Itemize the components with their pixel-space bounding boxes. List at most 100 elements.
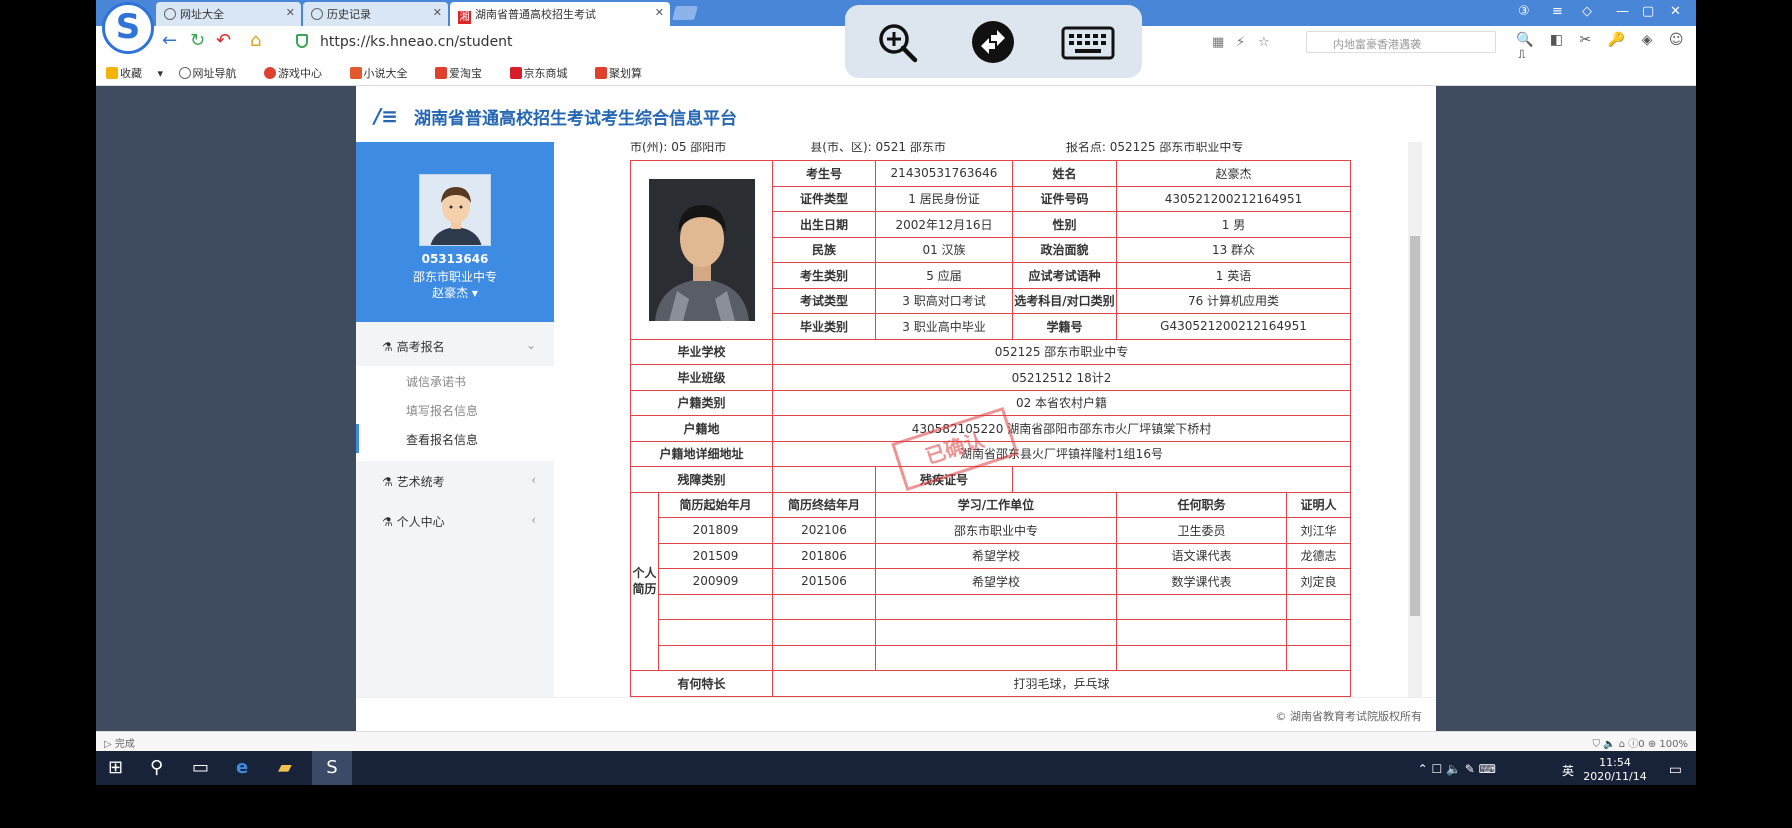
bookmark-favorites[interactable]: 收藏 ▾ (106, 67, 163, 80)
notification-icon[interactable]: ▭ (1669, 762, 1682, 778)
profile-name-dropdown[interactable]: 赵豪杰 ▾ (356, 284, 554, 301)
value-xb: 1 男 (1115, 211, 1352, 238)
label-xjh: 学籍号 (1012, 313, 1117, 340)
side-menu: ⚗ 高考报名 ⌄ 诚信承诺书 填写报名信息 查看报名信息 ⚗ 艺术统考 ‹ ⚗ 个人… (356, 322, 554, 541)
close-icon[interactable]: ✕ (655, 6, 664, 19)
undo-icon[interactable]: ↶ (216, 32, 231, 50)
disconnect-icon[interactable] (971, 20, 1015, 64)
value-zjlx: 1 居民身份证 (875, 185, 1013, 212)
menu-art[interactable]: ⚗ 艺术统考 ‹ (356, 461, 554, 501)
tray-icons[interactable]: ⌃ ☐ 🔈 ✎ ⌨ (1418, 762, 1496, 776)
site-header: /≡ 湖南省普通高校招生考试考生综合信息平台 (356, 86, 1436, 142)
status-play-icon[interactable]: ▷ (104, 739, 115, 750)
value-xkkm: 76 计算机应用类 (1115, 287, 1352, 314)
flask-icon: ⚗ (382, 340, 397, 354)
qr-icon[interactable]: ▦ (1212, 34, 1224, 52)
menu-sub-view-info[interactable]: 查看报名信息 (356, 424, 554, 453)
refresh-icon[interactable]: ↻ (190, 32, 205, 50)
tab-label: 湖南省普通高校招生考试 (475, 8, 596, 21)
book-icon (349, 67, 362, 79)
value-hjxx: 湖南省邵东县火厂坪镇祥隆村1组16号 (771, 440, 1352, 467)
ie-icon[interactable]: e (236, 757, 248, 778)
minimize-icon[interactable]: — (1616, 4, 1629, 19)
zoom-level[interactable]: 100% (1659, 739, 1688, 750)
jd-icon (509, 67, 522, 79)
url-field[interactable]: https://ks.hneao.cn/student (320, 34, 513, 50)
task-view-icon[interactable]: ▭ (192, 757, 209, 778)
star-icon[interactable]: ☆ (1258, 34, 1270, 52)
close-icon[interactable]: ✕ (433, 6, 442, 19)
browser-status-bar: ▷ 完成 ⛉ 🔈 ⌂ ⓘ0 ⊕ 100% (96, 731, 1696, 751)
label-cjlb: 残障类别 (630, 466, 773, 493)
search-icon[interactable]: ⚲ (150, 757, 163, 778)
label-hjlb: 户籍类别 (630, 389, 773, 416)
skin-icon[interactable]: ◇ (1582, 4, 1592, 19)
resume-cell (772, 619, 876, 646)
label-xingming: 姓名 (1012, 160, 1117, 187)
label-bylb: 毕业类别 (772, 313, 876, 340)
resume-header: 简历起始年月 (658, 491, 773, 518)
tab-nav[interactable]: 网址大全 ✕ (156, 2, 301, 26)
label-wy: 应试考试语种 (1012, 262, 1117, 289)
resume-cell: 201509 (658, 542, 773, 569)
resume-cell: 数学课代表 (1116, 568, 1287, 595)
resume-row-empty (631, 619, 1352, 646)
bookmark-label: 爱淘宝 (449, 67, 483, 80)
menu-label: 个人中心 (396, 515, 445, 529)
tab-exam[interactable]: 湘湖南省普通高校招生考试 ✕ (450, 2, 670, 26)
menu-gaokao[interactable]: ⚗ 高考报名 ⌄ (356, 322, 554, 366)
star-icon (106, 67, 118, 79)
bookmark-games[interactable]: 游戏中心 (264, 67, 334, 80)
menu-label: 高考报名 (396, 340, 445, 354)
tab-label: 网址大全 (180, 8, 224, 21)
close-window-icon[interactable]: ✕ (1670, 4, 1681, 19)
value-wy: 1 英语 (1115, 262, 1352, 289)
clock[interactable]: 11:54 2020/11/14 (1580, 756, 1650, 784)
avatar (419, 174, 491, 246)
label-hjd: 户籍地 (630, 415, 773, 442)
restore-icon[interactable]: ▢ (1642, 4, 1654, 19)
profile-id: 05313646 (421, 252, 489, 266)
bookmark-label: 网址导航 (192, 67, 237, 80)
menu-sub-fill-info[interactable]: 填写报名信息 (356, 395, 554, 424)
menu-personal[interactable]: ⚗ 个人中心 ‹ (356, 501, 554, 541)
back-icon[interactable]: ← (162, 32, 177, 50)
menu-spacer (356, 453, 554, 461)
bookmark-novels[interactable]: 小说大全 (349, 67, 420, 80)
close-icon[interactable]: ✕ (286, 6, 295, 19)
sogou-taskbar-icon[interactable]: S (312, 751, 352, 785)
resume-cell (772, 644, 876, 671)
home-icon[interactable]: ⌂ (250, 32, 261, 50)
ime-indicator[interactable]: 英 (1562, 762, 1574, 779)
value-zjhm: 430521200212164951 (1115, 185, 1352, 212)
flask-icon: ⚗ (382, 475, 397, 489)
bookmark-taobao[interactable]: 爱淘宝 (435, 67, 494, 80)
badge-icon[interactable]: ③ (1518, 4, 1530, 19)
zoom-in-icon[interactable] (875, 20, 919, 64)
bookmark-label: 游戏中心 (278, 67, 323, 80)
resume-cell (875, 619, 1117, 646)
scrollbar-thumb[interactable] (1410, 236, 1420, 616)
new-tab-button[interactable] (672, 6, 698, 20)
folder-icon[interactable]: ▰ (278, 757, 292, 778)
student-photo (648, 178, 755, 321)
value-zzmm: 13 群众 (1115, 236, 1352, 263)
menu-sub-pledge[interactable]: 诚信承诺书 (356, 366, 554, 395)
windows-start-icon[interactable]: ⊞ (108, 757, 123, 778)
resume-cell (875, 644, 1117, 671)
value-hjd: 430582105220 湖南省邵阳市邵东市火厂坪镇棠下桥村 (771, 415, 1352, 442)
bookmark-label: 小说大全 (363, 67, 408, 80)
bookmark-jd[interactable]: 京东商城 (509, 67, 580, 80)
menu-icon[interactable]: ≡ (1552, 4, 1563, 19)
resume-cell (1285, 593, 1352, 620)
keyboard-icon[interactable] (1061, 20, 1115, 64)
lightning-icon[interactable]: ⚡ (1236, 34, 1245, 52)
bookmark-nav[interactable]: 网址导航 (178, 67, 249, 80)
bookmark-juhuasuan[interactable]: 聚划算 (595, 67, 654, 80)
search-input[interactable]: 内地富豪香港遇袭 (1306, 31, 1496, 53)
bookmark-label: 京东商城 (523, 67, 568, 80)
value-kaoshenghao: 21430531763646 (875, 160, 1013, 187)
tab-history[interactable]: 历史记录 ✕ (303, 2, 448, 26)
resume-cell (1285, 644, 1352, 671)
label-csrq: 出生日期 (772, 211, 876, 238)
